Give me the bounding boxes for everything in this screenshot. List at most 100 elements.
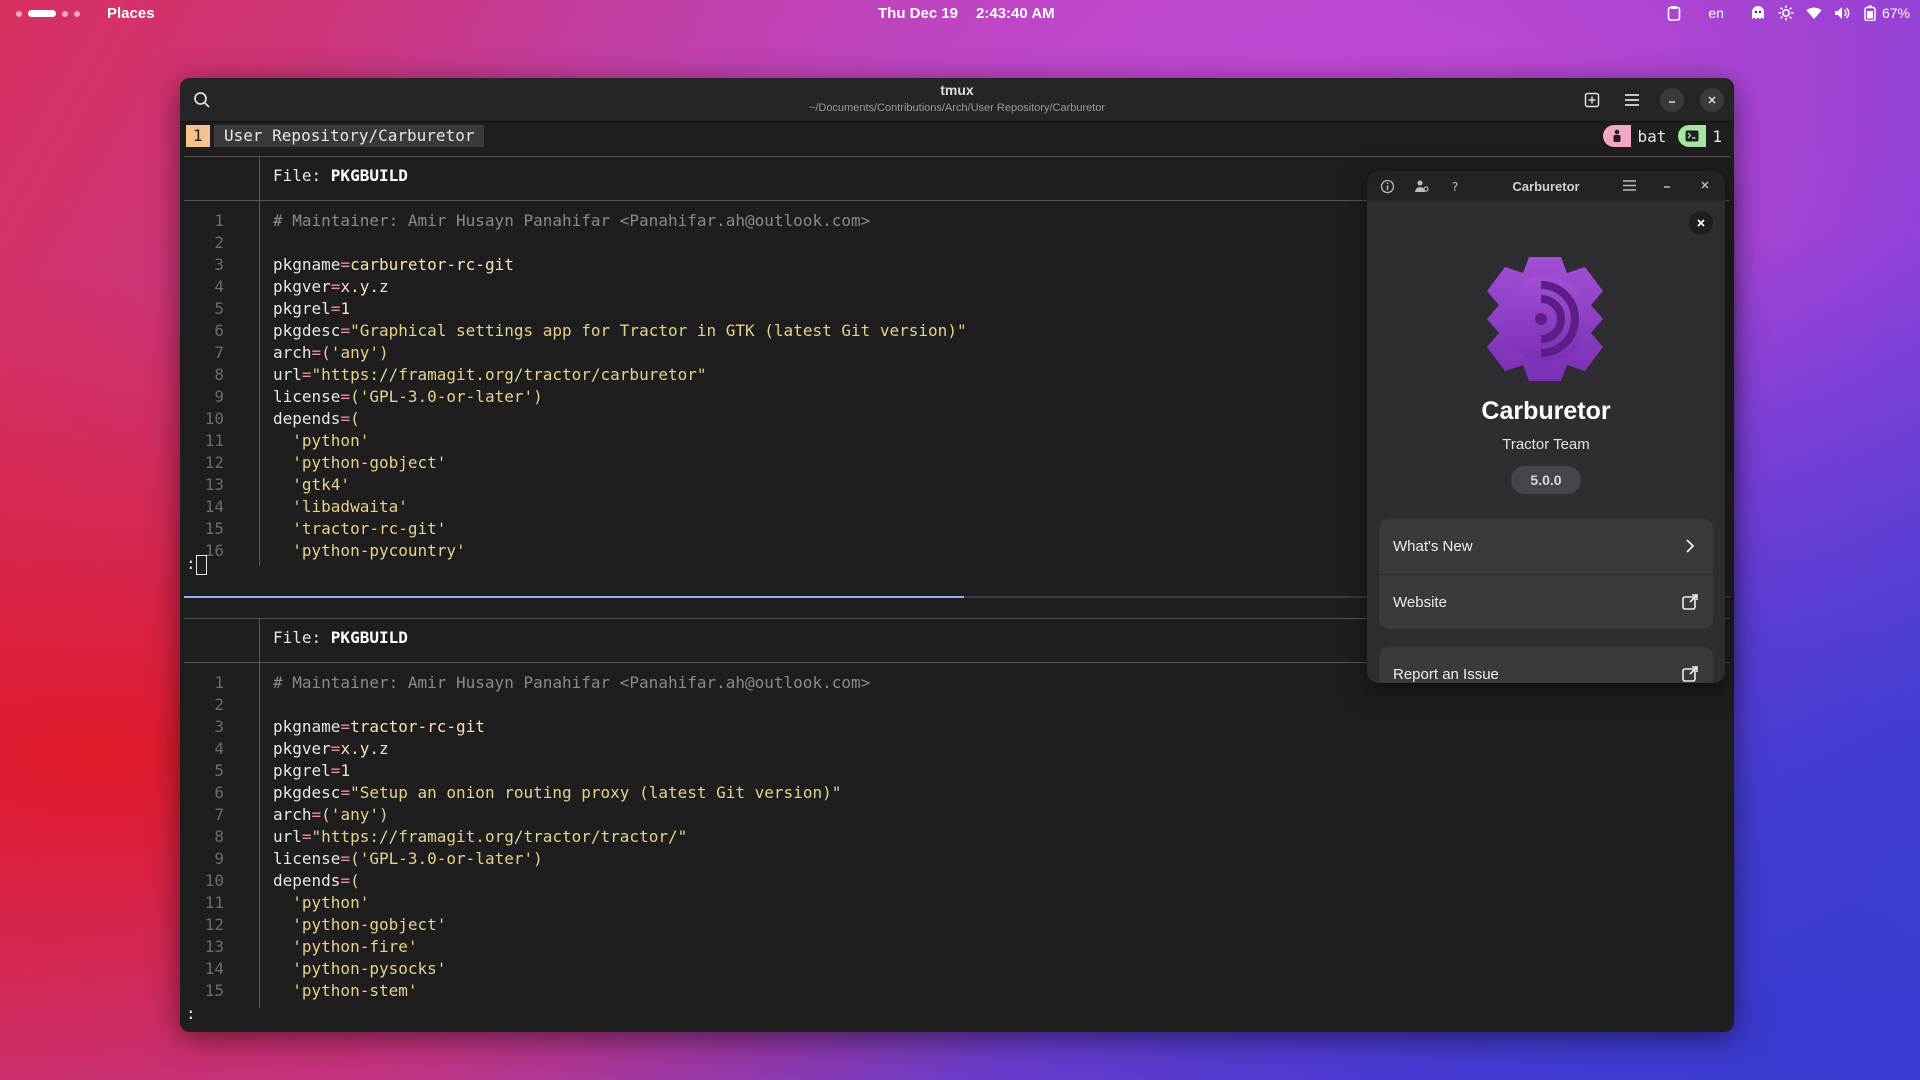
code-text: # Maintainer: Amir Husayn Panahifar <Pan… bbox=[273, 210, 870, 232]
code-text: pkgrel=1 bbox=[273, 298, 350, 320]
code-text: 'libadwaita' bbox=[273, 496, 408, 518]
less-prompt[interactable]: : bbox=[186, 1004, 196, 1023]
line-number: 2 bbox=[214, 233, 224, 252]
app-name: Carburetor bbox=[1481, 397, 1611, 425]
code-text: 'python-pysocks' bbox=[273, 958, 446, 980]
places-menu[interactable]: Places bbox=[107, 5, 155, 22]
hamburger-menu-icon[interactable] bbox=[1620, 88, 1644, 112]
line-number: 3 bbox=[214, 717, 224, 736]
workspace-indicator[interactable] bbox=[16, 10, 80, 17]
code-key bbox=[273, 453, 292, 472]
line-number: 11 bbox=[204, 431, 224, 450]
line-number: 15 bbox=[204, 519, 224, 538]
code-value: "https://framagit.org/tractor/tractor/" bbox=[311, 827, 688, 846]
about-links-group: What's New Website bbox=[1379, 519, 1713, 629]
line-number: 13 bbox=[204, 937, 224, 956]
code-line: 12 'python-gobject' bbox=[184, 914, 1730, 936]
code-text: 'python' bbox=[273, 430, 369, 452]
clock[interactable]: Thu Dec 19 2:43:40 AM bbox=[878, 5, 1055, 22]
code-value: ('GPL-3.0-or-later') bbox=[350, 387, 543, 406]
clipboard-icon[interactable] bbox=[1666, 5, 1682, 21]
code-operator: = bbox=[340, 255, 351, 274]
workspace-dot[interactable] bbox=[16, 10, 22, 17]
website-row[interactable]: Website bbox=[1379, 574, 1713, 629]
code-line: 10 depends=( bbox=[184, 870, 1730, 892]
chevron-right-icon bbox=[1681, 537, 1699, 555]
code-value: 'libadwaita' bbox=[292, 497, 408, 516]
window-subtitle: ~/Documents/Contributions/Arch/User Repo… bbox=[808, 102, 1106, 114]
brightness-icon[interactable] bbox=[1778, 5, 1794, 21]
close-dialog-icon[interactable] bbox=[1689, 211, 1713, 235]
workspace-active[interactable] bbox=[28, 10, 56, 17]
whats-new-row[interactable]: What's New bbox=[1379, 519, 1713, 574]
about-dialog[interactable]: ? Carburetor Carburetor Tractor Team 5.0… bbox=[1367, 171, 1725, 683]
close-icon[interactable] bbox=[1700, 88, 1724, 112]
minimize-icon[interactable] bbox=[1660, 88, 1684, 112]
code-text: url="https://framagit.org/tractor/carbur… bbox=[273, 364, 707, 386]
workspace-dot[interactable] bbox=[62, 10, 68, 17]
external-link-icon bbox=[1681, 593, 1699, 611]
line-number: 2 bbox=[214, 695, 224, 714]
report-issue-row[interactable]: Report an Issue bbox=[1379, 647, 1713, 683]
workspace-dot[interactable] bbox=[74, 10, 80, 17]
code-key: pkgrel bbox=[273, 299, 331, 318]
file-label: File: bbox=[273, 166, 331, 185]
ghost-icon[interactable] bbox=[1750, 5, 1766, 21]
system-tray[interactable]: en 67% bbox=[1666, 5, 1910, 21]
battery-icon[interactable] bbox=[1862, 5, 1878, 21]
code-value: 'python' bbox=[292, 893, 370, 912]
code-key: pkgdesc bbox=[273, 321, 341, 340]
code-key: license bbox=[273, 849, 341, 868]
code-line: 5 pkgrel=1 bbox=[184, 760, 1730, 782]
code-text: depends=( bbox=[273, 408, 360, 430]
code-key: pkgname bbox=[273, 717, 341, 736]
file-name: PKGBUILD bbox=[330, 166, 408, 185]
code-value: 'python-gobject' bbox=[292, 915, 447, 934]
terminal-headerbar[interactable]: tmux ~/Documents/Contributions/Arch/User… bbox=[180, 78, 1734, 122]
code-value: "Setup an onion routing proxy (latest Gi… bbox=[350, 783, 842, 802]
line-number: 14 bbox=[204, 497, 224, 516]
line-number: 11 bbox=[204, 893, 224, 912]
active-pane-indicator bbox=[184, 596, 964, 598]
divider bbox=[184, 156, 1730, 157]
minimize-icon[interactable] bbox=[1659, 177, 1675, 193]
close-icon[interactable] bbox=[1697, 177, 1713, 193]
volume-icon[interactable] bbox=[1834, 5, 1850, 21]
code-operator: = bbox=[330, 299, 341, 318]
code-text: pkgver=x.y.z bbox=[273, 276, 389, 298]
code-key: url bbox=[273, 365, 302, 384]
wifi-icon[interactable] bbox=[1806, 5, 1822, 21]
hamburger-menu-icon[interactable] bbox=[1621, 177, 1637, 193]
code-value: 'python-pycountry' bbox=[292, 541, 466, 560]
code-line: 8 url="https://framagit.org/tractor/tract… bbox=[184, 826, 1730, 848]
line-number: 8 bbox=[214, 827, 224, 846]
user-icon bbox=[1603, 125, 1632, 147]
code-text: arch=('any') bbox=[273, 804, 389, 826]
line-number: 12 bbox=[204, 915, 224, 934]
code-operator: = bbox=[340, 717, 351, 736]
version-badge[interactable]: 5.0.0 bbox=[1511, 466, 1581, 494]
code-key bbox=[273, 915, 292, 934]
code-text: 'python-gobject' bbox=[273, 914, 446, 936]
code-operator: = bbox=[340, 321, 351, 340]
code-value: "Graphical settings app for Tractor in G… bbox=[350, 321, 967, 340]
code-key: pkgdesc bbox=[273, 783, 341, 802]
tmux-window-name[interactable]: User Repository/Carburetor bbox=[214, 125, 485, 147]
code-key: pkgver bbox=[273, 277, 331, 296]
less-prompt[interactable]: : bbox=[186, 554, 207, 575]
code-text: 'gtk4' bbox=[273, 474, 350, 496]
code-value: 'tractor-rc-git' bbox=[292, 519, 447, 538]
carburetor-app-icon bbox=[1487, 257, 1603, 381]
keyboard-layout[interactable]: en bbox=[1708, 5, 1724, 21]
code-text: license=('GPL-3.0-or-later') bbox=[273, 848, 543, 870]
line-number: 9 bbox=[214, 849, 224, 868]
code-line: 13 'python-fire' bbox=[184, 936, 1730, 958]
new-tab-icon[interactable] bbox=[1580, 88, 1604, 112]
tmux-window-number[interactable]: 1 bbox=[186, 125, 210, 147]
code-value: 'python-fire' bbox=[292, 937, 418, 956]
code-value: ( bbox=[350, 871, 360, 890]
code-text: pkgver=x.y.z bbox=[273, 738, 389, 760]
code-key: depends bbox=[273, 409, 341, 428]
terminal-icon bbox=[1678, 125, 1707, 147]
about-headerbar[interactable]: ? Carburetor bbox=[1367, 171, 1725, 201]
